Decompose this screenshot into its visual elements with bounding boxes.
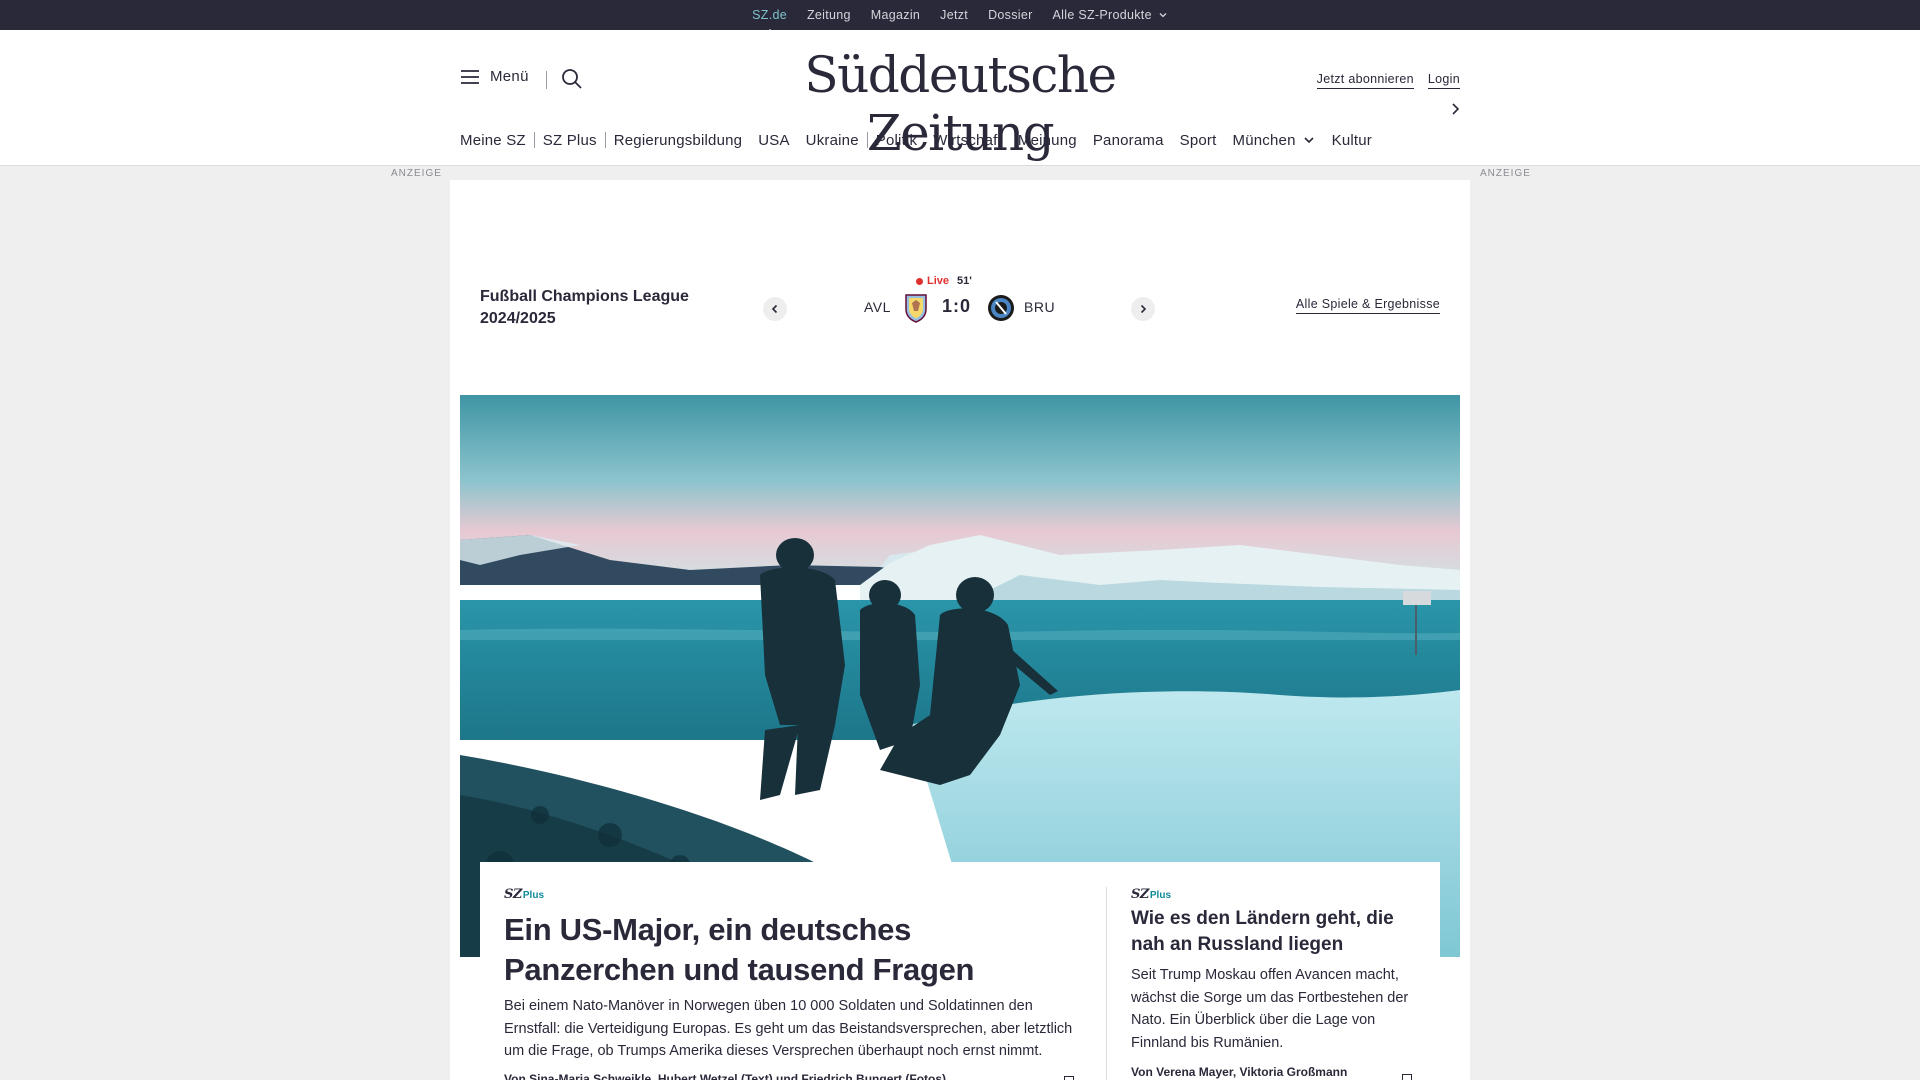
login-link[interactable]: Login — [1427, 72, 1460, 89]
topbar-products-label: Alle SZ-Produkte — [1052, 8, 1152, 22]
ad-label-left: ANZEIGE — [391, 168, 442, 179]
sz-badge-text: SZ — [1131, 887, 1149, 902]
menu-button[interactable]: Menü — [460, 68, 529, 85]
aston-villa-crest-icon — [904, 293, 928, 328]
nav-item-politik[interactable]: Politik — [868, 132, 925, 149]
search-icon — [562, 69, 582, 89]
away-team-code: BRU — [1024, 299, 1056, 315]
nav-item-panorama[interactable]: Panorama — [1085, 132, 1172, 149]
topbar-products-dropdown[interactable]: Alle SZ-Produkte — [1053, 8, 1168, 22]
hamburger-icon — [461, 69, 479, 84]
topbar-link-magazin[interactable]: Magazin — [871, 8, 920, 22]
menu-label: Menü — [490, 68, 529, 85]
scoreboard-next-button[interactable] — [1131, 297, 1155, 321]
nav-item-wirtschaft[interactable]: Wirtschaft — [925, 132, 1010, 149]
home-team-code: AVL — [864, 299, 891, 315]
live-dot-icon — [916, 277, 923, 285]
top-bar: SZ.de Zeitung Magazin Jetzt Dossier Alle… — [0, 0, 1920, 34]
nav-item-muenchen[interactable]: München — [1225, 132, 1324, 149]
chevron-down-icon — [1159, 13, 1167, 18]
bookmark-icon[interactable] — [1402, 1074, 1412, 1080]
live-indicator: Live 51' — [916, 275, 972, 287]
nav-item-ukraine[interactable]: Ukraine — [798, 132, 867, 149]
second-article-teaser[interactable]: Seit Trump Moskau offen Avancen macht, w… — [1131, 964, 1421, 1054]
nav-item-usa[interactable]: USA — [750, 132, 797, 149]
ad-label-right: ANZEIGE — [1480, 168, 1531, 179]
nav-item-sz-plus[interactable]: SZ Plus — [535, 132, 605, 149]
topbar-link-zeitung[interactable]: Zeitung — [807, 8, 851, 22]
main-navigation: Meine SZ SZ Plus Regierungsbildung USA U… — [460, 130, 1380, 150]
chevron-down-icon — [1304, 137, 1314, 144]
account-links: Jetzt abonnieren Login — [1316, 72, 1460, 89]
live-label: Live — [927, 275, 950, 287]
bookmark-icon[interactable] — [1064, 1076, 1074, 1080]
site-header: Menü Süddeutsche Zeitung Jetzt abonniere… — [0, 30, 1920, 166]
nav-scroll-right-button[interactable] — [1448, 101, 1462, 122]
scoreboard-competition: Fußball Champions League 2024/2025 — [480, 288, 689, 327]
sz-badge-text: SZ — [504, 887, 522, 902]
nav-item-meine-sz[interactable]: Meine SZ — [460, 132, 534, 149]
plus-badge-text: Plus — [522, 890, 545, 901]
match-score[interactable]: 1:0 — [942, 296, 971, 317]
nav-item-sport[interactable]: Sport — [1172, 132, 1225, 149]
scoreboard-prev-button[interactable] — [763, 297, 787, 321]
sz-plus-badge: SZ Plus — [504, 887, 544, 902]
lead-article-teaser[interactable]: Bei einem Nato-Manöver in Norwegen üben … — [504, 995, 1084, 1063]
lead-article-title[interactable]: Ein US-Major, ein deutsches Panzerchen u… — [504, 910, 1084, 990]
plus-badge-text: Plus — [1149, 890, 1172, 901]
chevron-left-icon — [771, 304, 778, 314]
second-article-title[interactable]: Wie es den Ländern geht, die nah an Russ… — [1131, 906, 1421, 958]
nav-item-regierungsbildung[interactable]: Regierungsbildung — [606, 132, 751, 149]
match-minute: 51' — [957, 275, 972, 287]
nav-item-meinung[interactable]: Meinung — [1010, 132, 1085, 149]
search-button[interactable] — [561, 68, 583, 95]
chevron-right-icon — [1452, 103, 1460, 115]
lead-article-authors: Von Sina-Maria Schweikle, Hubert Wetzel … — [504, 1072, 947, 1080]
nav-item-muenchen-label: München — [1232, 131, 1296, 149]
topbar-link-jetzt[interactable]: Jetzt — [940, 8, 968, 22]
all-games-link[interactable]: Alle Spiele & Ergebnisse — [1295, 297, 1440, 314]
second-article-authors: Von Verena Mayer, Viktoria Großmann — [1131, 1065, 1348, 1079]
sz-plus-badge: SZ Plus — [1131, 887, 1171, 902]
club-brugge-crest-icon — [987, 293, 1015, 328]
topbar-link-dossier[interactable]: Dossier — [988, 8, 1032, 22]
header-divider — [546, 71, 547, 89]
topbar-link-szde[interactable]: SZ.de — [752, 8, 787, 34]
chevron-right-icon — [1140, 304, 1147, 314]
subscribe-link[interactable]: Jetzt abonnieren — [1316, 72, 1414, 89]
nav-item-kultur[interactable]: Kultur — [1324, 132, 1380, 149]
article-divider — [1106, 887, 1107, 1080]
